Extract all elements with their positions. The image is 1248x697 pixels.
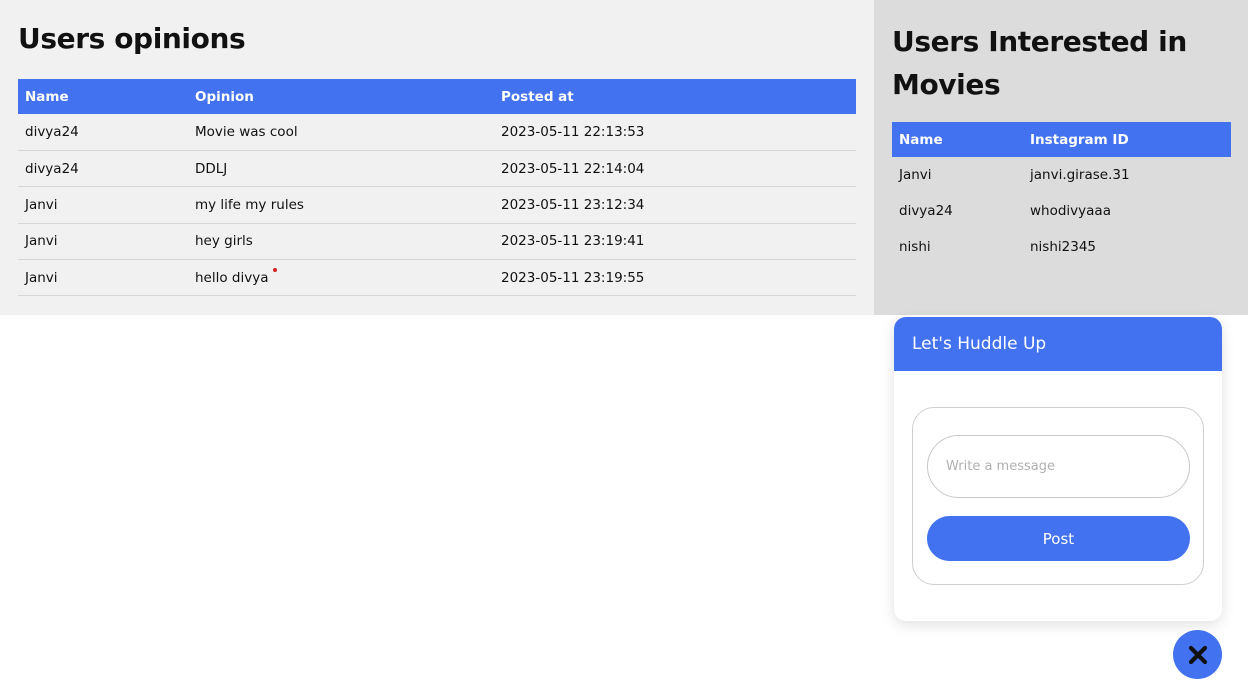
table-row: divya24 DDLJ 2023-05-11 22:14:04 bbox=[18, 150, 856, 188]
cell-name: Janvi bbox=[18, 223, 188, 261]
cell-name: divya24 bbox=[899, 203, 953, 219]
table-header-row: Name Instagram ID bbox=[892, 122, 1231, 157]
column-header-name: Name bbox=[892, 122, 1023, 157]
close-icon bbox=[1188, 645, 1207, 664]
chat-header: Let's Huddle Up bbox=[894, 317, 1222, 371]
cell-name: Janvi bbox=[18, 186, 188, 224]
cell-instagram: janvi.girase.31 bbox=[1030, 167, 1130, 183]
cell-opinion: my life my rules bbox=[188, 186, 494, 224]
table-row: Janvi my life my rules 2023-05-11 23:12:… bbox=[18, 186, 856, 224]
close-chat-button[interactable] bbox=[1173, 630, 1222, 679]
cell-opinion: Movie was cool bbox=[188, 114, 494, 151]
column-header-instagram: Instagram ID bbox=[1023, 122, 1231, 157]
opinion-text: hello divya bbox=[195, 269, 269, 286]
interested-panel: Users Interested in Movies Name Instagra… bbox=[874, 0, 1248, 315]
column-header-opinion: Opinion bbox=[188, 79, 494, 114]
message-input[interactable] bbox=[927, 435, 1190, 498]
cell-instagram: whodivyaaa bbox=[1030, 203, 1111, 219]
table-row: divya24 Movie was cool 2023-05-11 22:13:… bbox=[18, 114, 856, 151]
post-button[interactable]: Post bbox=[927, 516, 1190, 561]
cell-name: Janvi bbox=[899, 167, 932, 183]
cell-name: divya24 bbox=[18, 114, 188, 151]
cell-opinion: DDLJ bbox=[188, 150, 494, 188]
table-row: divya24 whodivyaaa bbox=[892, 193, 1231, 229]
opinions-title: Users opinions bbox=[18, 22, 246, 55]
cell-instagram: nishi2345 bbox=[1030, 239, 1097, 255]
interested-table: Name Instagram ID Janvi janvi.girase.31 … bbox=[892, 122, 1231, 265]
cell-opinion: hello divya bbox=[188, 259, 494, 297]
opinions-table: Name Opinion Posted at divya24 Movie was… bbox=[18, 79, 856, 297]
cell-posted-at: 2023-05-11 22:13:53 bbox=[494, 114, 856, 151]
table-row: Janvi hello divya 2023-05-11 23:19:55 bbox=[18, 259, 856, 297]
table-row: nishi nishi2345 bbox=[892, 229, 1231, 265]
table-row: Janvi hey girls 2023-05-11 23:19:41 bbox=[18, 223, 856, 261]
cell-name: Janvi bbox=[18, 259, 188, 297]
cell-name: divya24 bbox=[18, 150, 188, 188]
chat-form: Post bbox=[912, 407, 1204, 585]
cell-posted-at: 2023-05-11 23:19:41 bbox=[494, 223, 856, 261]
column-header-name: Name bbox=[18, 79, 188, 114]
table-header-row: Name Opinion Posted at bbox=[18, 79, 856, 114]
table-row: Janvi janvi.girase.31 bbox=[892, 157, 1231, 193]
opinions-panel: Users opinions Name Opinion Posted at di… bbox=[0, 0, 874, 315]
column-header-posted-at: Posted at bbox=[494, 79, 856, 114]
cell-opinion: hey girls bbox=[188, 223, 494, 261]
cell-name: nishi bbox=[899, 239, 931, 255]
cell-posted-at: 2023-05-11 23:12:34 bbox=[494, 186, 856, 224]
interested-title: Users Interested in Movies bbox=[892, 25, 1187, 101]
cursor-dot-icon bbox=[272, 267, 277, 272]
chat-widget: Let's Huddle Up Post bbox=[894, 317, 1222, 621]
cell-posted-at: 2023-05-11 23:19:55 bbox=[494, 259, 856, 297]
cell-posted-at: 2023-05-11 22:14:04 bbox=[494, 150, 856, 188]
